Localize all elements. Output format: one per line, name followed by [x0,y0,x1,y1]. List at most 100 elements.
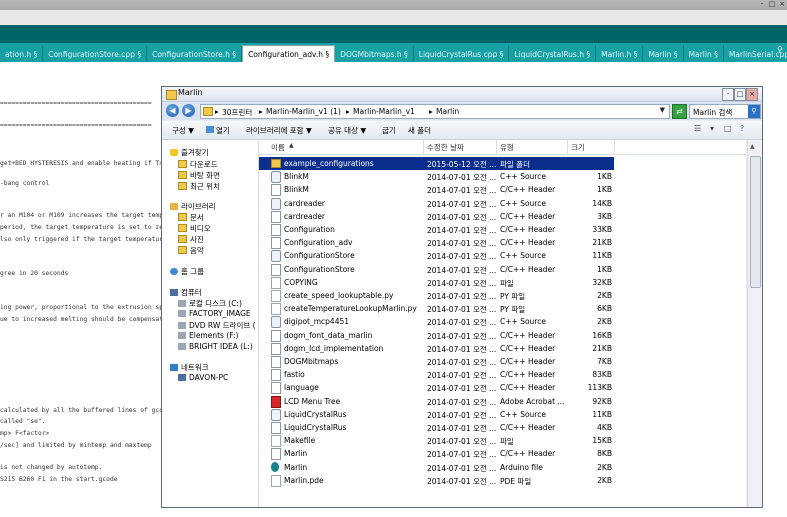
breadcrumb-item[interactable]: 30프린터 [222,107,252,118]
file-row[interactable]: dogm_font_data_marlin 2014-07-01 오전 ... C/… [259,329,746,342]
tab-3[interactable]: Configuration_adv.h § [242,45,336,62]
nav-item[interactable]: 즐겨찾기 [170,147,209,158]
tab-8[interactable]: Marlin § [643,46,684,62]
file-row[interactable]: cardreader 2014-07-01 오전 ... C++ Source 14K… [259,197,746,210]
nav-item[interactable]: DVD RW 드라이브 ( [178,320,256,331]
file-row[interactable]: Marlin 2014-07-01 오전 ... C/C++ Header 8KB [259,447,746,461]
tab-7[interactable]: Marlin.h § [596,46,644,62]
new-folder-button[interactable]: 새 폴더 [408,125,431,136]
nav-item[interactable]: 사진 [178,234,204,245]
file-row[interactable]: create_speed_lookuptable.py 2014-07-01 오전… [259,289,746,302]
file-row[interactable]: cardreader 2014-07-01 오전 ... C/C++ Header 3… [259,210,746,223]
help-icon[interactable]: ? [740,124,744,133]
file-row[interactable]: dogm_lcd_implementation 2014-07-01 오전 ...… [259,342,746,355]
share-with-button[interactable]: 공유 대상 ▼ [328,125,366,136]
file-row[interactable]: Marlin 2014-07-01 오전 ... Arduino file 2KB [259,461,746,474]
chevron-down-icon[interactable]: ▾ [710,124,714,133]
forward-button[interactable]: ▶ [182,104,195,117]
file-row[interactable]: Configuration 2014-07-01 오전 ... C/C++ Head… [259,223,746,236]
column-type[interactable]: 유형 [500,142,514,153]
breadcrumb-item[interactable]: Marlin-Marlin_v1 [353,107,415,116]
scroll-up-icon[interactable]: ▲ [750,143,755,150]
file-date: 2014-07-01 오전 ... [427,331,497,341]
ide-minimize-button[interactable]: - [757,0,767,9]
address-bar[interactable]: ▸ 30프린터 ▸ Marlin-Marlin_v1 (1) ▸ Marlin-… [200,104,670,119]
back-button[interactable]: ◀ [166,104,179,117]
nav-item[interactable]: 네트워크 [170,362,209,373]
column-size[interactable]: 크기 [571,142,585,153]
nav-item[interactable]: 바탕 화면 [178,170,220,181]
search-input[interactable]: Marlin 검색 ⚲ [689,104,761,119]
file-row[interactable]: LiquidCrystalRus 2014-07-01 오전 ... C/C++ H… [259,421,746,434]
file-row[interactable]: BlinkM 2014-07-01 오전 ... C/C++ Header 1KB [259,183,746,197]
file-row[interactable]: ConfigurationStore 2014-07-01 오전 ... C/C++… [259,263,746,276]
preview-pane-icon[interactable]: □ [724,124,732,133]
nav-item[interactable]: 문서 [178,212,204,223]
scrollbar-thumb[interactable] [750,156,761,288]
ide-close-button[interactable]: × [777,0,787,9]
file-row[interactable]: ConfigurationStore 2014-07-01 오전 ... C++ S… [259,249,746,263]
file-row[interactable]: Configuration_adv 2014-07-01 오전 ... C/C++ … [259,236,746,250]
tab-4[interactable]: DOGMbitmaps.h § [335,46,414,62]
file-row[interactable]: language 2014-07-01 오전 ... C/C++ Header 113… [259,381,746,395]
search-icon[interactable]: ⚲ [748,105,760,118]
file-row[interactable]: digipot_mcp4451 2014-07-01 오전 ... C++ Sour… [259,315,746,329]
refresh-button[interactable]: ⇄ [672,104,687,119]
file-list: 이름 ▲ 수정한 날짜 유형 크기 example_configurations… [259,140,746,507]
file-size: 83KB [592,370,612,380]
file-size: 3KB [597,211,612,221]
nav-item[interactable]: 다운로드 [178,159,218,170]
code-line: S215 B260 F1 in the start.gcode [0,476,118,483]
maximize-button[interactable]: □ [734,88,746,101]
open-button[interactable]: 열기 [206,125,230,136]
breadcrumb-item[interactable]: Marlin [436,107,459,116]
column-name[interactable]: 이름 [271,142,285,153]
file-row[interactable]: Makefile 2014-07-01 오전 ... 파일 15KB [259,434,746,448]
file-row[interactable]: COPYING 2014-07-01 오전 ... 파일 32KB [259,276,746,289]
nav-item[interactable]: 컴퓨터 [170,287,202,298]
file-row[interactable]: DOGMbitmaps 2014-07-01 오전 ... C/C++ Header… [259,355,746,368]
file-date: 2014-07-01 오전 ... [427,463,497,473]
file-type: 파일 [500,278,514,288]
burn-button[interactable]: 굽기 [382,125,396,136]
nav-item[interactable]: 음악 [178,245,204,256]
file-row[interactable]: createTemperatureLookupMarlin.py 2014-07-… [259,302,746,316]
tab-1[interactable]: ConfigurationStore.cpp § [43,46,148,62]
tab-0[interactable]: ation.h § [0,46,44,62]
file-date: 2014-07-01 오전 ... [427,410,497,420]
nav-item[interactable]: 라이브러리 [170,201,216,212]
nav-item[interactable]: 홈 그룹 [170,266,204,277]
file-row[interactable]: BlinkM 2014-07-01 오전 ... C++ Source 1KB [259,170,746,184]
nav-item[interactable]: 로컬 디스크 (C:) [178,298,242,309]
tab-9[interactable]: Marlin § [684,46,724,62]
nav-item[interactable]: FACTORY_IMAGE [178,309,251,318]
serial-monitor-icon[interactable]: ⚲ [777,45,787,59]
view-options-icon[interactable]: ☰ [694,124,701,133]
file-row[interactable]: LiquidCrystalRus 2014-07-01 오전 ... C++ Sou… [259,408,746,421]
file-row[interactable]: Marlin.pde 2014-07-01 오전 ... PDE 파일 2KB [259,474,746,487]
close-button[interactable]: × [746,88,758,101]
file-name: digipot_mcp4451 [284,317,350,327]
nav-item[interactable]: 비디오 [178,223,211,234]
file-row[interactable]: fastio 2014-07-01 오전 ... C/C++ Header 83KB [259,368,746,382]
column-date[interactable]: 수정한 날짜 [427,142,464,153]
file-row[interactable]: example_configurations 2015-05-12 오전 ... 파… [259,157,614,170]
tab-5[interactable]: LiquidCrystalRus.cpp § [414,46,510,62]
breadcrumb-item[interactable]: Marlin-Marlin_v1 (1) [266,107,341,116]
star-icon [170,149,178,156]
chevron-down-icon[interactable]: ▼ [660,106,665,114]
nav-item[interactable]: Elements (F:) [178,331,238,340]
nav-item[interactable]: 최근 위치 [178,181,220,192]
nav-item[interactable]: BRIGHT IDEA (L:) [178,342,253,351]
ide-maximize-button[interactable]: □ [767,0,777,9]
minimize-button[interactable]: - [722,88,734,101]
file-name: Configuration [284,225,335,234]
tab-6[interactable]: LiquidCrystalRus.h § [509,46,597,62]
file-row[interactable]: LCD Menu Tree 2014-07-01 오전 ... Adobe Acro… [259,395,746,408]
organize-button[interactable]: 구성 ▼ [172,125,194,136]
vertical-scrollbar[interactable]: ▲ [747,140,762,507]
nav-item-label: 로컬 디스크 (C:) [189,299,242,308]
include-in-library-button[interactable]: 라이브러리에 포함 ▼ [246,125,312,136]
tab-2[interactable]: ConfigurationStore.h § [147,46,243,62]
nav-item[interactable]: DAVON-PC [178,373,228,382]
